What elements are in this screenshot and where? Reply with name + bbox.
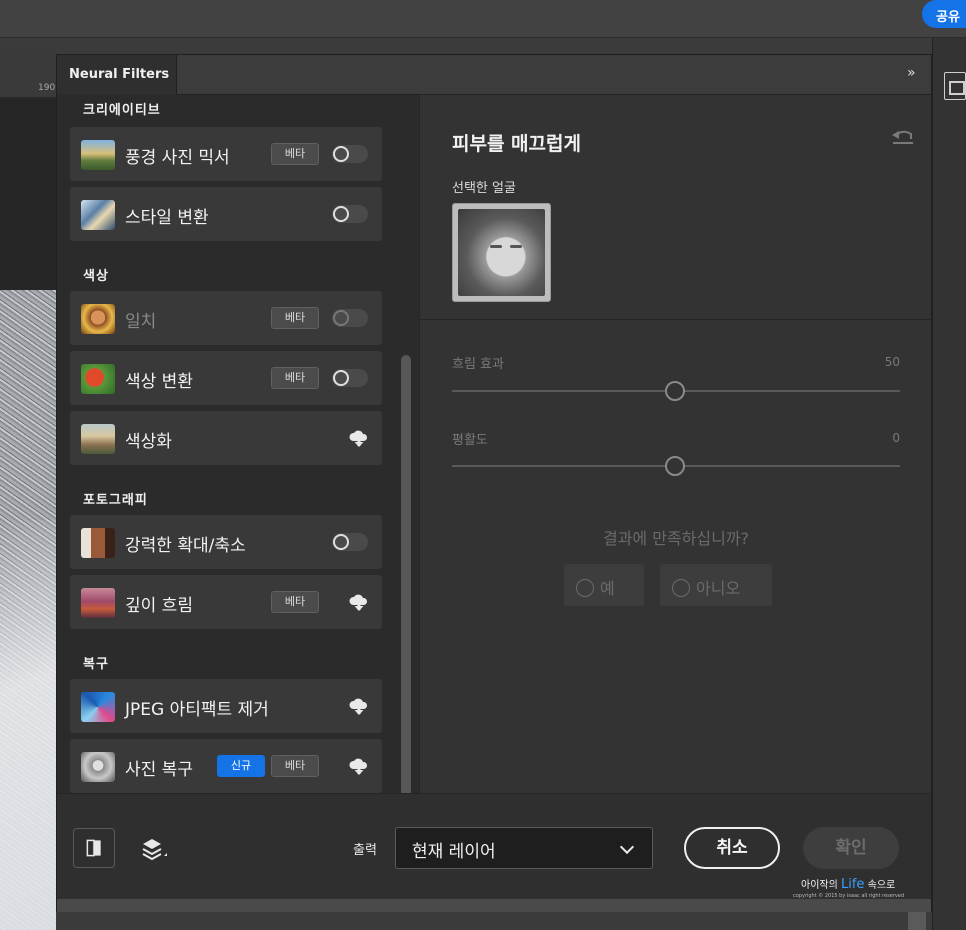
filter-name: 사진 복구 [125, 760, 193, 780]
filter-toggle[interactable] [332, 205, 368, 223]
filter-super-zoom[interactable]: 강력한 확대/축소 [70, 515, 382, 569]
layers-icon[interactable] [139, 834, 169, 864]
smoothness-slider-value: 0 [892, 431, 900, 445]
neural-filters-panel: Neural Filters » 크리에이티브 풍경 사진 믹서 베타 스타일 … [56, 54, 932, 912]
frown-icon [672, 579, 690, 597]
feedback-yes-label: 예 [600, 579, 615, 598]
category-photography: 포토그래피 [83, 493, 148, 508]
panel-footer: 출력 현재 레이어 취소 확인 아이작의 Life 속으로 copyright … [57, 793, 931, 899]
feedback-yes-button[interactable]: 예 [564, 564, 644, 606]
depth-blur-thumbnail-icon [81, 588, 115, 618]
filter-name: JPEG 아티팩트 제거 [125, 700, 269, 720]
beta-badge: 베타 [271, 755, 319, 777]
cloud-download-icon[interactable] [348, 697, 370, 717]
filter-toggle[interactable] [332, 533, 368, 551]
watermark-prefix: 아이작의 [801, 880, 838, 891]
panel-tab[interactable]: Neural Filters [57, 55, 177, 95]
canvas-background [0, 98, 56, 290]
filter-name: 색상화 [125, 432, 172, 452]
color-transfer-thumbnail-icon [81, 364, 115, 394]
collapse-panel-icon[interactable]: » [907, 65, 916, 81]
cloud-download-icon[interactable] [348, 593, 370, 613]
cancel-button[interactable]: 취소 [684, 827, 780, 869]
blur-slider-thumb[interactable] [665, 381, 685, 401]
right-panel-strip [932, 38, 966, 930]
panel-resize-bar[interactable] [57, 899, 931, 912]
blur-slider-label: 흐림 효과 [452, 357, 504, 372]
chevron-down-icon [619, 839, 635, 855]
feedback-question: 결과에 만족하십니까? [602, 529, 750, 548]
filter-toggle[interactable] [332, 309, 368, 327]
new-badge: 신규 [217, 755, 265, 777]
ruler-value: 190 [38, 83, 56, 93]
filter-name: 깊이 흐림 [125, 596, 193, 616]
selected-face-thumbnail[interactable] [452, 203, 551, 302]
filter-depth-blur[interactable]: 깊이 흐림 베타 [70, 575, 382, 629]
filter-settings: 피부를 매끄럽게 선택한 얼굴 흐림 효과 50 평활도 0 결과에 만족하십니… [419, 95, 932, 793]
photo-restoration-thumbnail-icon [81, 752, 115, 782]
feedback-no-button[interactable]: 아니오 [660, 564, 772, 606]
scrollbar[interactable] [908, 910, 926, 930]
output-selected-value: 현재 레이어 [412, 842, 496, 862]
filter-name: 강력한 확대/축소 [125, 536, 246, 556]
smoothness-slider-thumb[interactable] [665, 456, 685, 476]
filter-toggle[interactable] [332, 145, 368, 163]
filter-name: 스타일 변환 [125, 208, 209, 228]
style-thumbnail-icon [81, 200, 115, 230]
watermark: 아이작의 Life 속으로 [801, 876, 895, 892]
watermark-suffix: 속으로 [867, 880, 896, 891]
cloud-download-icon[interactable] [348, 757, 370, 777]
divider [420, 319, 932, 320]
filter-style-transfer[interactable]: 스타일 변환 [70, 187, 382, 241]
filter-list-scrollbar[interactable] [401, 355, 411, 793]
output-select[interactable]: 현재 레이어 [395, 827, 653, 869]
category-color: 색상 [83, 269, 109, 284]
face-image [458, 209, 545, 296]
category-restoration: 복구 [83, 657, 109, 672]
smile-icon [576, 579, 594, 597]
feedback-no-label: 아니오 [696, 579, 741, 598]
share-button[interactable]: 공유 [922, 0, 966, 28]
output-label: 출력 [353, 843, 377, 858]
app-top-bar: 공유 [0, 0, 966, 38]
filter-name: 일치 [125, 312, 157, 332]
beta-badge: 베타 [271, 367, 319, 389]
panel-header: Neural Filters » [57, 55, 931, 95]
cloud-download-icon[interactable] [348, 429, 370, 449]
folder-icon[interactable] [944, 72, 966, 100]
harmonization-thumbnail-icon [81, 304, 115, 334]
filter-list: 크리에이티브 풍경 사진 믹서 베타 스타일 변환 색상 일치 베타 색상 변환… [57, 95, 419, 793]
filter-jpeg-artifact-removal[interactable]: JPEG 아티팩트 제거 [70, 679, 382, 733]
canvas-photo-highlight [0, 520, 56, 930]
beta-badge: 베타 [271, 307, 319, 329]
filter-colorize[interactable]: 색상화 [70, 411, 382, 465]
beta-badge: 베타 [271, 143, 319, 165]
filter-photo-restoration[interactable]: 사진 복구 신규 베타 [70, 739, 382, 793]
reset-icon[interactable] [890, 127, 916, 147]
blur-slider-value: 50 [884, 355, 900, 369]
jpeg-thumbnail-icon [81, 692, 115, 722]
smoothness-slider-label: 평활도 [452, 433, 488, 448]
filter-name: 풍경 사진 믹서 [125, 148, 230, 168]
landscape-thumbnail-icon [81, 140, 115, 170]
selected-face-label: 선택한 얼굴 [452, 181, 516, 196]
filter-landscape-mixer[interactable]: 풍경 사진 믹서 베타 [70, 127, 382, 181]
compare-view-icon[interactable] [73, 828, 115, 868]
beta-badge: 베타 [271, 591, 319, 613]
filter-toggle[interactable] [332, 369, 368, 387]
settings-title: 피부를 매끄럽게 [452, 133, 581, 155]
filter-color-transfer[interactable]: 색상 변환 베타 [70, 351, 382, 405]
filter-name: 색상 변환 [125, 372, 193, 392]
ok-button[interactable]: 확인 [803, 827, 899, 869]
super-zoom-thumbnail-icon [81, 528, 115, 558]
colorize-thumbnail-icon [81, 424, 115, 454]
filter-harmonization[interactable]: 일치 베타 [70, 291, 382, 345]
category-creative: 크리에이티브 [83, 103, 161, 118]
watermark-highlight: Life [841, 877, 865, 892]
